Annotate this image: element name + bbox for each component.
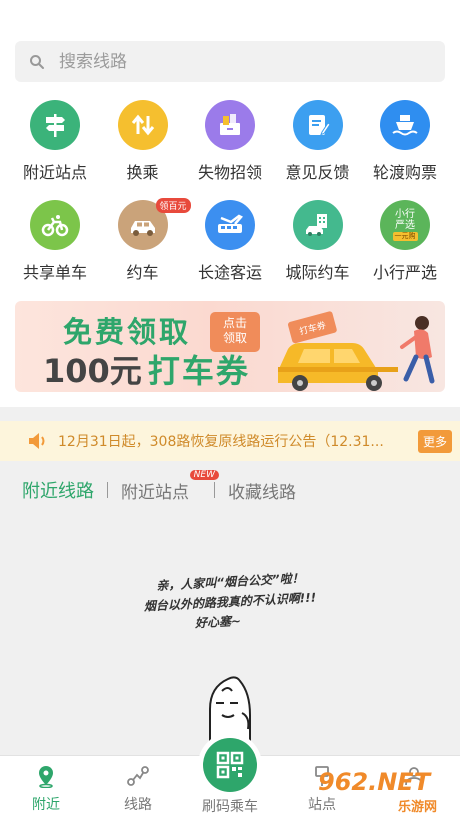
nearby-tabs: 附近线路 附近站点 NEW 收藏线路 xyxy=(0,461,460,519)
nav-nearby[interactable]: 附近 xyxy=(0,756,92,819)
grid-item-label: 失物招领 xyxy=(197,163,262,182)
nav-label: 线路 xyxy=(124,797,152,813)
lost-found-box-icon xyxy=(205,100,255,150)
banner-tag-line-2: 领取 xyxy=(222,331,247,345)
icon-text-line-2: 严选 xyxy=(395,220,415,231)
grid-item-xiaoxing-select[interactable]: 小行 严选 一元购 小行严选 xyxy=(362,200,448,300)
grid-item-lost-found[interactable]: 失物招领 xyxy=(187,100,273,200)
grid-item-ride-hailing[interactable]: 领百元 约车 xyxy=(100,198,191,300)
scan-button-wrap xyxy=(198,733,262,797)
feedback-note-icon xyxy=(292,100,343,150)
grid-item-label: 换乘 xyxy=(126,163,159,182)
notice-text: 12月31日起，308路恢复原线路运行公告（12.31... xyxy=(58,434,384,450)
tab-divider xyxy=(107,482,108,498)
tab-nearby-stops[interactable]: 附近站点 NEW xyxy=(121,469,219,503)
taxi-illustration: 打车券 xyxy=(278,311,435,391)
grid-item-long-distance-bus[interactable]: 长途客运 xyxy=(187,200,273,300)
grid-item-label: 长途客运 xyxy=(197,263,262,282)
banner-tag-line-1: 点击 xyxy=(222,316,247,330)
grid-item-label: 轮渡购票 xyxy=(372,163,437,182)
grid-item-label: 附近站点 xyxy=(22,163,87,182)
transfer-arrows-icon xyxy=(117,100,168,150)
bicycle-icon xyxy=(30,200,80,250)
tab-label: 附近站点 xyxy=(121,482,189,503)
search-icon xyxy=(30,54,44,69)
grid-item-feedback[interactable]: 意见反馈 xyxy=(275,100,361,200)
watermark-sub: 乐游网 xyxy=(398,800,438,815)
coach-bus-icon xyxy=(205,200,255,250)
grid-item-label: 小行严选 xyxy=(372,263,437,282)
nav-routes[interactable]: 线路 xyxy=(92,756,184,819)
banner-subtitle: 100元 打车券 xyxy=(43,346,250,392)
icon-tag: 一元购 xyxy=(392,232,418,241)
grid-item-shared-bike[interactable]: 共享单车 xyxy=(12,200,98,300)
feature-grid: 附近站点 换乘 失物招领 意见反馈 轮渡购票 共享单车 领百元 约车 长途客运 … xyxy=(0,100,460,300)
grid-item-label: 共享单车 xyxy=(22,263,87,282)
xiaoxing-yanxuan-icon: 小行 严选 一元购 xyxy=(380,200,430,250)
tab-nearby-lines[interactable]: 附近线路 xyxy=(22,477,94,503)
nav-label: 站点 xyxy=(308,797,336,813)
banner-coupon: 打车券 xyxy=(147,352,250,390)
notice-bar[interactable]: 12月31日起，308路恢复原线路运行公告（12.31... 更多 xyxy=(0,421,460,461)
promo-badge: 领百元 xyxy=(155,198,191,213)
nav-label: 附近 xyxy=(32,797,60,813)
qr-code-icon xyxy=(216,751,244,779)
coupon-ticket-icon: 打车券 xyxy=(287,311,337,344)
nav-label: 刷码乘车 xyxy=(202,799,258,815)
grid-item-label: 意见反馈 xyxy=(285,163,350,182)
grid-item-ferry-tickets[interactable]: 轮渡购票 xyxy=(362,100,448,200)
more-button[interactable]: 更多 xyxy=(417,430,452,453)
grid-item-nearby-stops[interactable]: 附近站点 xyxy=(12,100,98,200)
empty-state: 亲，人家叫“烟台公交”啦！ 烟台以外的路我真的不认识啊!!! 好心塞~ xyxy=(0,519,460,755)
new-badge: NEW xyxy=(189,469,219,480)
grid-item-label: 约车 xyxy=(126,263,159,282)
tab-divider xyxy=(214,482,215,498)
feature-row-2: 共享单车 领百元 约车 长途客运 城际约车 小行 严选 一元购 小行严选 xyxy=(0,198,460,300)
section-separator xyxy=(0,407,460,421)
grid-item-label: 城际约车 xyxy=(285,263,350,282)
intercity-car-icon xyxy=(292,200,343,250)
icon-text-line-1: 小行 xyxy=(395,209,415,220)
banner-amount: 100元 xyxy=(43,352,142,390)
banner-title: 免费领取 xyxy=(63,315,192,349)
search-bar[interactable] xyxy=(15,41,445,82)
scan-qr-button[interactable] xyxy=(203,738,257,792)
promo-banner[interactable]: 免费领取 点击 领取 100元 打车券 打车券 xyxy=(15,301,445,392)
search-input[interactable] xyxy=(59,51,399,72)
grid-item-transfer[interactable]: 换乘 xyxy=(100,100,186,200)
location-pin-icon xyxy=(39,766,53,788)
signpost-icon xyxy=(30,100,80,150)
ferry-icon xyxy=(380,100,430,150)
tab-saved-lines[interactable]: 收藏线路 xyxy=(228,478,296,503)
speaker-icon xyxy=(29,433,45,449)
route-icon xyxy=(127,766,149,786)
grid-item-intercity-car[interactable]: 城际约车 xyxy=(275,200,361,300)
watermark-logo: 962.NET xyxy=(318,768,431,796)
feature-row-1: 附近站点 换乘 失物招领 意见反馈 轮渡购票 xyxy=(0,100,460,200)
